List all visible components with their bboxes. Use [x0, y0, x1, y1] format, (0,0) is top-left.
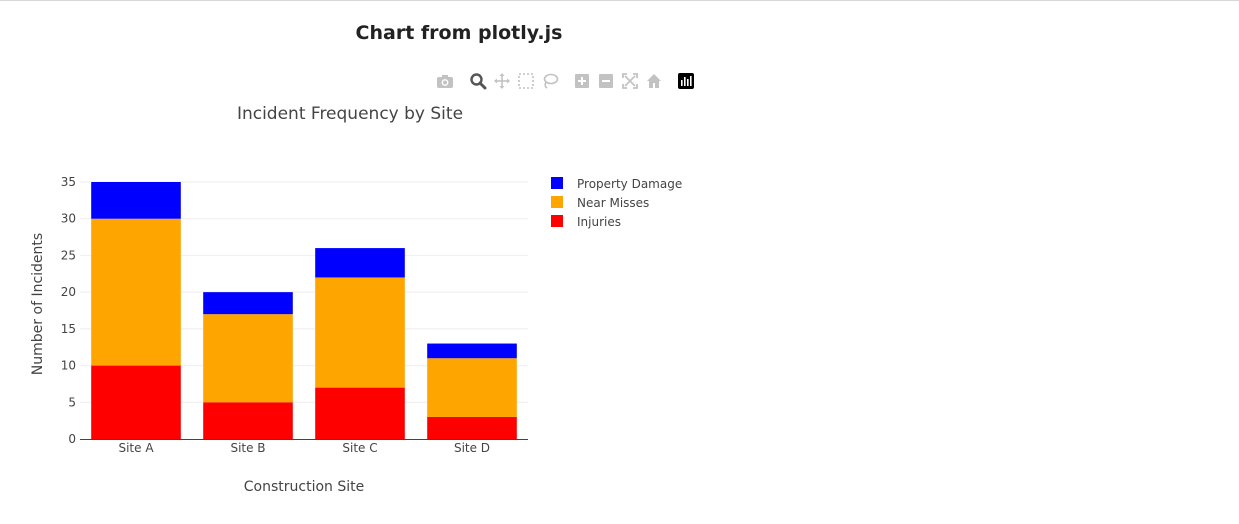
- y-tick-label: 30: [61, 212, 76, 226]
- legend-item-near-misses[interactable]: Near Misses: [551, 196, 649, 210]
- y-axis-title: Number of Incidents: [30, 233, 46, 375]
- legend: Property Damage Near Misses Injuries: [551, 177, 682, 229]
- y-tick-label: 10: [61, 359, 76, 373]
- legend-label: Injuries: [577, 215, 621, 229]
- y-tick-label: 35: [61, 175, 76, 189]
- bar-injuries-site-b[interactable]: [203, 402, 293, 439]
- y-tick-label: 5: [68, 395, 76, 409]
- legend-label: Property Damage: [577, 177, 682, 191]
- bars: [91, 182, 517, 439]
- bar-property-damage-site-a[interactable]: [91, 182, 181, 219]
- bar-injuries-site-d[interactable]: [427, 416, 517, 439]
- bar-injuries-site-a[interactable]: [91, 365, 181, 439]
- legend-swatch: [551, 177, 563, 189]
- x-axis-title: Construction Site: [244, 479, 364, 495]
- legend-swatch: [551, 215, 563, 227]
- legend-item-injuries[interactable]: Injuries: [551, 215, 621, 229]
- legend-swatch: [551, 196, 563, 208]
- y-tick-label: 20: [61, 285, 76, 299]
- legend-label: Near Misses: [577, 196, 649, 210]
- y-tick-label: 0: [68, 432, 76, 446]
- bar-near-misses-site-c[interactable]: [315, 277, 405, 388]
- bar-near-misses-site-b[interactable]: [203, 314, 293, 403]
- legend-item-property-damage[interactable]: Property Damage: [551, 177, 682, 191]
- x-tick-label: Site D: [454, 441, 490, 455]
- x-tick-label: Site B: [230, 441, 265, 455]
- bar-property-damage-site-b[interactable]: [203, 292, 293, 315]
- bar-injuries-site-c[interactable]: [315, 387, 405, 439]
- bar-near-misses-site-a[interactable]: [91, 218, 181, 366]
- chart: 0 5 10 15 20 25 30 35 Site A Site B Site C Site D I…: [30, 104, 682, 495]
- x-tick-label: Site C: [342, 441, 377, 455]
- y-tick-label: 15: [61, 322, 76, 336]
- bar-property-damage-site-d[interactable]: [427, 343, 517, 359]
- chart-title: Incident Frequency by Site: [237, 104, 463, 124]
- y-tick-label: 25: [61, 248, 76, 262]
- x-tick-label: Site A: [118, 441, 154, 455]
- bar-near-misses-site-d[interactable]: [427, 358, 517, 417]
- bar-property-damage-site-c[interactable]: [315, 248, 405, 278]
